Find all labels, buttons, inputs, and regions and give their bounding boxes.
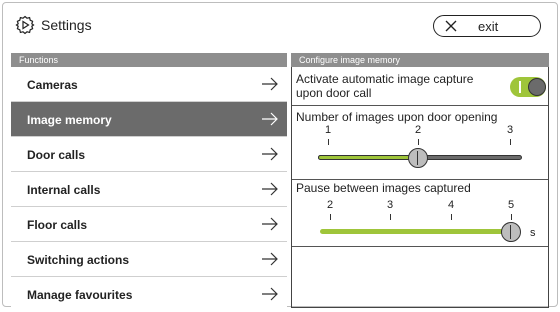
- menu-item-switching-actions[interactable]: Switching actions: [11, 242, 287, 277]
- title-bar: Settings exit: [3, 3, 557, 47]
- tick-label: 5: [507, 199, 515, 211]
- arrow-right-icon: [262, 182, 278, 196]
- tick-label: 4: [447, 199, 455, 211]
- auto-capture-label-line1: Activate automatic image capture: [296, 72, 474, 86]
- arrow-right-icon: [262, 77, 278, 91]
- menu-item-manage-favourites[interactable]: Manage favourites: [11, 277, 287, 312]
- pause-slider-track[interactable]: [320, 229, 514, 234]
- gear-icon: [15, 15, 35, 35]
- divider: [292, 105, 548, 106]
- divider: [292, 246, 548, 247]
- pause-slider-thumb[interactable]: [501, 222, 521, 242]
- menu-item-label: Image memory: [27, 113, 112, 127]
- close-icon: [445, 20, 457, 32]
- toggle-on-mark: [519, 81, 521, 93]
- images-count-label: Number of images upon door opening: [296, 110, 498, 124]
- menu-item-label: Floor calls: [27, 218, 88, 232]
- menu-item-image-memory[interactable]: Image memory: [11, 102, 287, 137]
- tick-mark: [330, 214, 331, 220]
- tick-label: 2: [414, 124, 422, 136]
- functions-header: Functions: [11, 53, 287, 67]
- toggle-knob: [528, 78, 546, 96]
- menu-item-label: Cameras: [27, 78, 78, 92]
- tick-mark: [418, 139, 419, 145]
- tick-mark: [511, 214, 512, 220]
- divider: [292, 179, 548, 180]
- menu-item-label: Door calls: [27, 148, 86, 162]
- exit-button[interactable]: exit: [433, 15, 541, 37]
- menu-item-label: Manage favourites: [27, 288, 133, 302]
- page-title: Settings: [41, 17, 92, 33]
- configure-header: Configure image memory: [291, 53, 549, 67]
- menu-item-label: Switching actions: [27, 253, 130, 267]
- tick-mark: [510, 139, 511, 145]
- arrow-right-icon: [262, 217, 278, 231]
- images-count-slider-thumb[interactable]: [408, 148, 428, 168]
- menu-item-internal-calls[interactable]: Internal calls: [11, 172, 287, 207]
- arrow-right-icon: [262, 112, 278, 126]
- auto-capture-label-line2: upon door call: [296, 86, 372, 100]
- arrow-right-icon: [262, 287, 278, 301]
- settings-window: Settings exit Functions Configure image …: [2, 2, 558, 312]
- tick-label: 3: [506, 124, 514, 136]
- exit-label: exit: [478, 19, 499, 34]
- pause-unit: s: [530, 227, 536, 239]
- tick-mark: [451, 214, 452, 220]
- menu-item-door-calls[interactable]: Door calls: [11, 137, 287, 172]
- tick-label: 2: [326, 199, 334, 211]
- configure-panel: Activate automatic image capture upon do…: [291, 67, 549, 308]
- menu-item-label: Internal calls: [27, 183, 101, 197]
- functions-menu: Cameras Image memory Door calls Internal…: [11, 67, 287, 312]
- menu-item-floor-calls[interactable]: Floor calls: [11, 207, 287, 242]
- pause-label: Pause between images captured: [296, 181, 471, 195]
- tick-label: 1: [324, 124, 332, 136]
- arrow-right-icon: [262, 147, 278, 161]
- tick-mark: [328, 139, 329, 145]
- tick-label: 3: [386, 199, 394, 211]
- images-count-fill: [318, 155, 418, 160]
- auto-capture-toggle[interactable]: [510, 77, 546, 97]
- tick-mark: [390, 214, 391, 220]
- menu-item-cameras[interactable]: Cameras: [11, 67, 287, 102]
- arrow-right-icon: [262, 252, 278, 266]
